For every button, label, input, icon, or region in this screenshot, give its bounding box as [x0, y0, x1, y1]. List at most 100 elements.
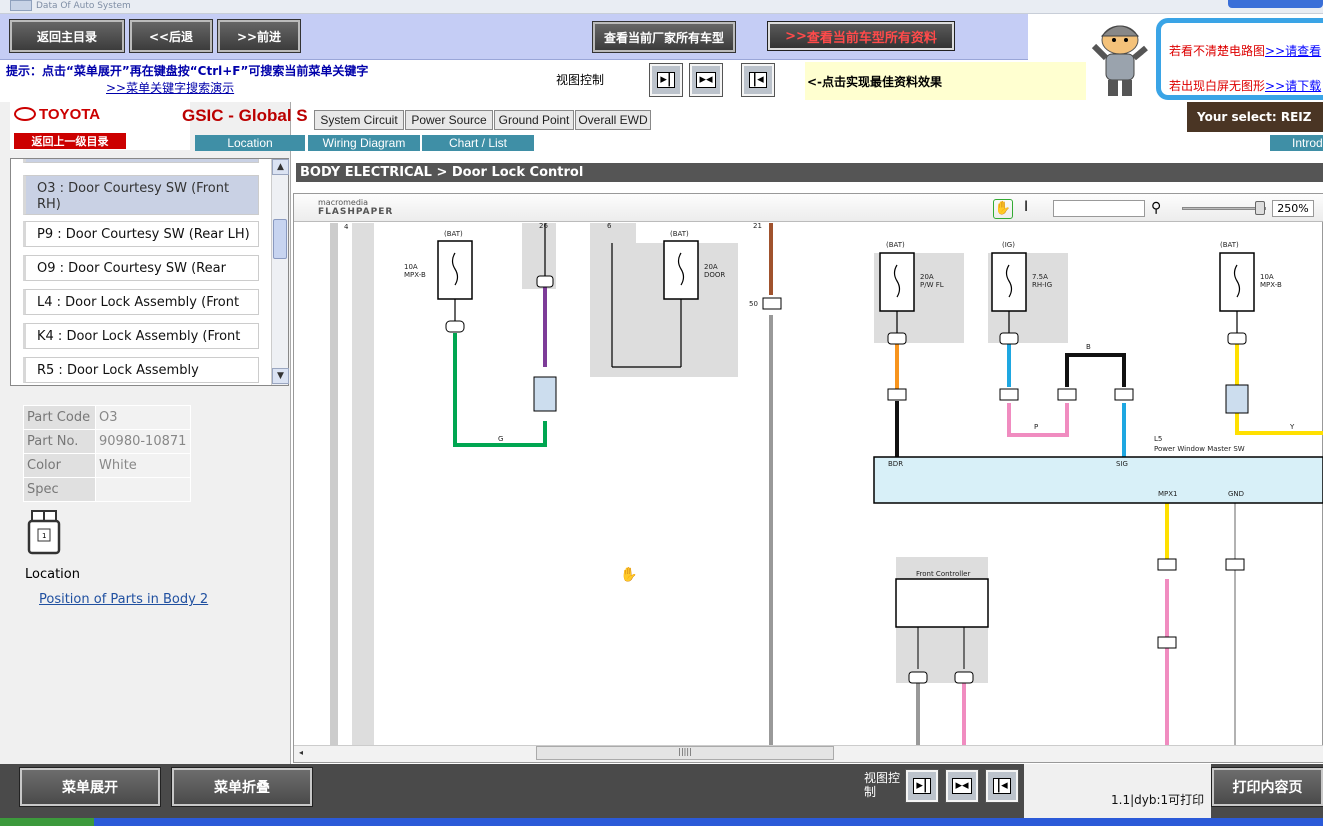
tab-location[interactable]: Location: [195, 135, 305, 151]
connector-tag: [1157, 558, 1177, 571]
all-docs-button[interactable]: >> 查看当前车型所有资料: [767, 21, 955, 51]
connector-tag: [445, 320, 465, 333]
tab-wiring-diagram[interactable]: Wiring Diagram: [308, 135, 420, 151]
hand-tool-icon[interactable]: ✋: [993, 199, 1013, 219]
part-info-table: Part Code O3 Part No. 90980-10871 Color Whi…: [23, 405, 191, 502]
front-controller: [895, 578, 989, 628]
arrow-left-icon: |◂: [749, 72, 767, 88]
wire-black: [1065, 353, 1126, 387]
diagram-label: Power Window Master SW: [1154, 445, 1245, 453]
all-models-button[interactable]: 查看当前厂家所有车型: [592, 21, 736, 53]
ad-link-2[interactable]: >>请下载: [1265, 79, 1321, 93]
arrows-in-icon: ▸◂: [696, 72, 716, 88]
ad-line-1-text: 若看不清楚电路图: [1169, 44, 1266, 58]
diagram-label: 20A: [704, 263, 718, 271]
tab-overall-ewd[interactable]: Overall EWD: [575, 110, 651, 130]
wiring-diagram[interactable]: 4 (BAT) 10A MPX-B (BAT) 20A DOOR G (BAT)…: [294, 223, 1323, 745]
view-fit-left-button[interactable]: |◂: [741, 63, 775, 97]
zoom-level[interactable]: 250%: [1272, 200, 1314, 217]
view-fit-both-button[interactable]: ▸◂: [689, 63, 723, 97]
ad-line-1: 若看不清楚电路图>>请查看: [1169, 42, 1321, 59]
ad-link-1[interactable]: >>请查看: [1265, 44, 1321, 58]
all-docs-label: 查看当前车型所有资料: [806, 30, 937, 46]
your-select-label: Your select: REIZ: [1187, 102, 1323, 132]
main-menu-button[interactable]: 返回主目录: [9, 19, 125, 53]
list-item[interactable]: P9 : Door Courtesy SW (Rear LH): [23, 221, 259, 247]
tab-introduction[interactable]: Introd: [1270, 135, 1323, 151]
diagram-label: 10A: [404, 263, 418, 271]
back-button[interactable]: <<后退: [129, 19, 213, 53]
diagram-label: DOOR: [704, 271, 725, 279]
ad-line-2-text: 若出现白屏无图形: [1169, 79, 1266, 93]
back-level-button[interactable]: 返回上一级目录: [14, 133, 126, 149]
mechanic-mascot-icon: [1091, 25, 1148, 96]
expand-menu-button[interactable]: 菜单展开: [19, 767, 161, 807]
diagram-label: 4: [344, 223, 349, 231]
part-code-key: Part Code: [23, 405, 96, 430]
zoom-slider[interactable]: [1182, 207, 1266, 210]
best-view-hint: <-点击实现最佳资料效果: [805, 62, 1086, 100]
parts-list[interactable]: O3 : Door Courtesy SW (Front RH) P9 : Do…: [10, 158, 289, 386]
forward-button[interactable]: >>前进: [217, 19, 301, 53]
breadcrumb: BODY ELECTRICAL > Door Lock Control: [296, 163, 1323, 182]
arrow-left-icon: |◂: [993, 778, 1011, 794]
view-control-label: 视图控制: [556, 73, 605, 87]
tab-chart-list[interactable]: Chart / List: [422, 135, 534, 151]
search-demo-link[interactable]: >>菜单关键字搜索演示: [106, 79, 234, 96]
scroll-thumb[interactable]: [273, 219, 287, 259]
zoom-slider-thumb[interactable]: [1255, 201, 1265, 215]
bottom-view-fit-both-button[interactable]: ▸◂: [945, 769, 979, 803]
diagram-label: P: [1034, 423, 1038, 431]
start-button[interactable]: [0, 818, 94, 826]
collapse-menu-button[interactable]: 菜单折叠: [171, 767, 313, 807]
svg-text:1: 1: [42, 532, 46, 540]
viewer-toolbar: [294, 194, 1323, 222]
diagram-label: L5: [1154, 435, 1162, 443]
diagram-label: 7.5A: [1032, 273, 1048, 281]
diagram-label: Y: [1289, 423, 1295, 431]
horizontal-scroll-thumb[interactable]: |||||: [536, 746, 834, 760]
search-icon[interactable]: ⚲: [1151, 200, 1161, 216]
app-logo-icon: [10, 0, 32, 11]
text-select-icon[interactable]: I: [1024, 199, 1028, 215]
scroll-down-icon[interactable]: ▼: [272, 368, 289, 384]
top-strip: [0, 0, 1323, 14]
list-item[interactable]: R5 : Door Lock Assembly: [23, 357, 259, 383]
window-close-icon[interactable]: [1228, 0, 1323, 8]
diagram-label: RH-IG: [1032, 281, 1052, 289]
list-item[interactable]: O3 : Door Courtesy SW (Front RH): [23, 175, 259, 215]
connector-tag: [908, 671, 928, 684]
table-row: Spec: [23, 477, 191, 502]
list-item[interactable]: L4 : Door Lock Assembly (Front: [23, 289, 259, 315]
location-link[interactable]: Position of Parts in Body 2: [39, 592, 208, 607]
list-scrollbar[interactable]: ▲ ▼: [271, 159, 289, 385]
list-item[interactable]: O9 : Door Courtesy SW (Rear: [23, 255, 259, 281]
print-page-button[interactable]: 打印内容页: [1211, 767, 1323, 807]
connector-tag: [1227, 332, 1247, 345]
tab-system-circuit[interactable]: System Circuit: [314, 110, 404, 130]
diagram-label: P/W FL: [920, 281, 944, 289]
brand-text: Data Of Auto System: [36, 1, 131, 11]
connector-tag: [1114, 388, 1134, 401]
table-row: Part No. 90980-10871: [23, 429, 191, 454]
bottom-view-fit-right-button[interactable]: ▸|: [905, 769, 939, 803]
diagram-label: (IG): [1002, 241, 1015, 249]
connector-tag: [887, 332, 907, 345]
diagram-label: Front Controller: [916, 570, 970, 578]
tab-power-source[interactable]: Power Source: [405, 110, 493, 130]
list-item-partial[interactable]: [23, 159, 259, 163]
scroll-up-icon[interactable]: ▲: [272, 159, 289, 175]
list-item[interactable]: K4 : Door Lock Assembly (Front: [23, 323, 259, 349]
diagram-label: MPX1: [1158, 490, 1178, 498]
diagram-label: (BAT): [444, 230, 463, 238]
wire-yellow: [1235, 343, 1323, 435]
view-fit-right-button[interactable]: ▸|: [649, 63, 683, 97]
viewer-search-input[interactable]: [1053, 200, 1145, 217]
tab-ground-point[interactable]: Ground Point: [494, 110, 574, 130]
connector-tag: [1057, 388, 1077, 401]
diagram-margin-band: [330, 223, 338, 745]
connector-tag: [954, 671, 974, 684]
bottom-view-fit-left-button[interactable]: |◂: [985, 769, 1019, 803]
scroll-left-icon[interactable]: ◂: [294, 746, 308, 761]
spec-value: [95, 477, 191, 502]
